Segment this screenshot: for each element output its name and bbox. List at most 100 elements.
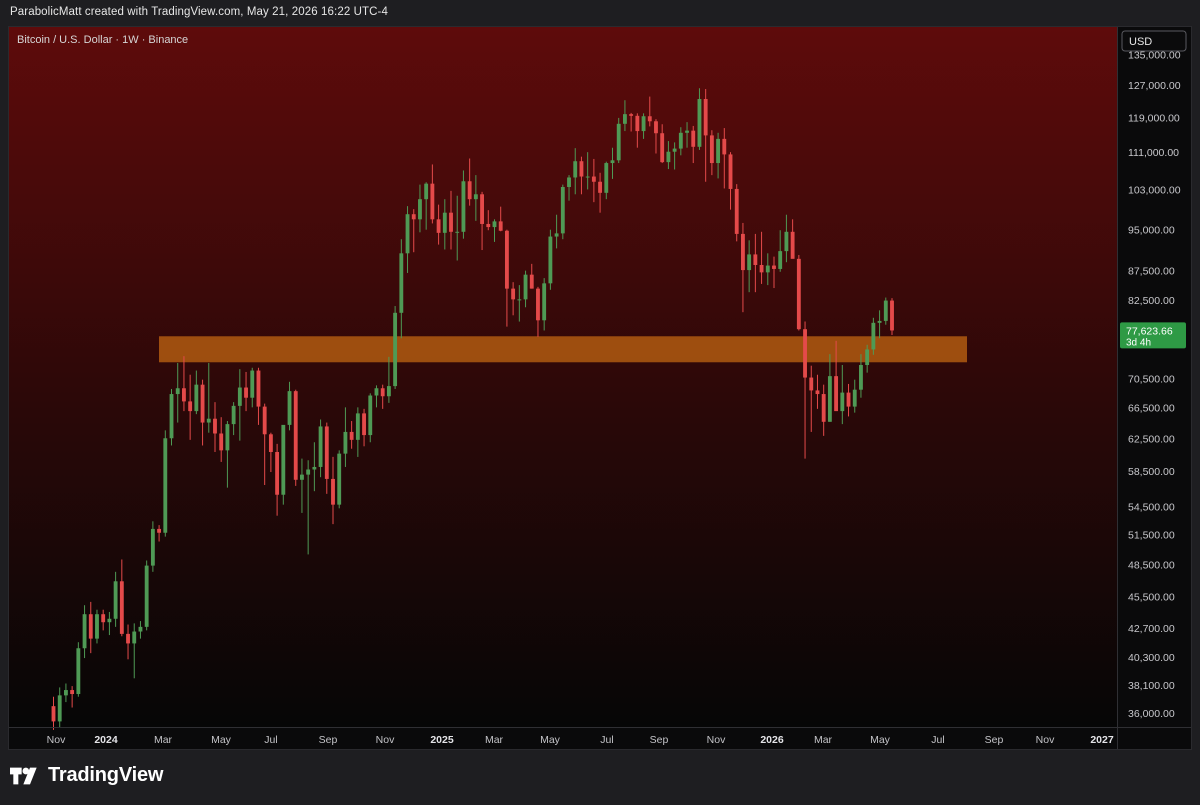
candle-body [772,265,776,269]
support-zone[interactable] [159,336,967,363]
candle-body [393,312,398,387]
y-tick-label: 95,000.00 [1128,225,1175,237]
candle[interactable] [281,424,286,505]
candle-body [840,392,845,412]
candle[interactable] [890,298,894,335]
candle-body [101,614,106,623]
candle[interactable] [76,642,81,697]
candle-body [355,413,360,440]
candle[interactable] [95,609,99,644]
candle-body [119,581,124,634]
x-tick-label: 2027 [1090,734,1114,746]
candle-body [685,130,689,133]
candle-body [405,214,410,254]
candle-body [126,633,130,644]
y-tick-label: 119,000.00 [1128,112,1180,124]
candle-body [144,565,149,627]
candle[interactable] [163,430,168,537]
candle[interactable] [548,229,553,290]
chart-title: Bitcoin / U.S. Dollar · 1W · Binance [17,34,188,46]
y-tick-label: 36,000.00 [1128,708,1175,720]
candle-body [281,424,286,495]
candle-body [455,231,460,233]
candle[interactable] [560,184,565,240]
candle-body [331,478,335,505]
x-tick-label: 2025 [430,734,454,746]
candle-body [275,451,280,495]
candle-body [622,114,627,124]
candle-body [678,132,683,149]
candle-body [554,233,559,237]
plot-background [9,27,1117,727]
bar-countdown: 3d 4h [1126,337,1151,348]
y-tick-label: 70,500.00 [1128,373,1175,385]
candle-body [480,194,484,224]
candle-body [57,695,62,722]
candle-body [504,230,509,289]
candle-body [430,183,435,220]
candle[interactable] [871,317,876,355]
candlestick-chart[interactable]: Bitcoin / U.S. Dollar · 1W · Binance 135… [9,27,1192,750]
candle-body [293,391,298,480]
last-price-tag[interactable]: 77,623.663d 4h [1120,322,1186,349]
candle-body [461,181,466,232]
candle-body [63,690,68,696]
y-tick-label: 111,000.00 [1128,147,1179,159]
candle-body [890,300,894,331]
candle-body [113,581,118,619]
candle-body [150,528,155,566]
candle[interactable] [796,254,801,331]
candle-body [362,413,366,436]
candle[interactable] [368,393,373,443]
candle-body [598,181,603,193]
candle[interactable] [616,117,621,164]
candle-body [741,233,745,271]
candle-body [654,121,658,134]
candle[interactable] [293,389,298,486]
candle-body [803,329,807,378]
y-tick-label: 62,500.00 [1128,433,1175,445]
candle[interactable] [337,450,342,509]
candle[interactable] [169,388,174,446]
x-tick-label: May [211,734,232,746]
x-tick-label: 2026 [760,734,784,746]
candle-body [821,394,826,422]
candle-body [175,388,180,395]
candle-body [784,231,789,252]
candle-body [268,434,273,452]
candle-body [859,365,863,390]
candle-body [237,387,242,406]
candle-body [138,626,143,632]
candle-body [778,251,783,269]
candle-body [852,389,857,407]
candle-body [796,258,801,330]
candle[interactable] [883,297,888,325]
currency-button[interactable]: USD [1121,30,1187,52]
candle-body [374,388,379,396]
candle-body [498,221,503,231]
candle-body [716,138,721,164]
candle-body [368,395,373,436]
y-tick-label: 87,500.00 [1128,266,1175,278]
candle-body [312,466,317,470]
chart-panel[interactable]: Bitcoin / U.S. Dollar · 1W · Binance 135… [8,26,1192,750]
candle-body [163,438,168,533]
tradingview-branding[interactable]: TradingView [10,764,163,787]
candle-body [647,116,652,122]
candle-body [492,221,497,228]
candle-body [865,349,870,366]
candle-body [213,418,217,434]
candle-body [467,181,472,200]
candle-body [629,114,634,116]
candle[interactable] [144,560,149,631]
candle[interactable] [393,306,398,389]
candle-body [747,254,752,271]
x-tick-label: Mar [814,734,833,746]
candle-body [262,406,267,435]
candle-body [809,377,814,391]
candle[interactable] [734,184,739,242]
candle-body [517,299,522,301]
candle-body [691,130,696,147]
candle-body [337,453,342,505]
x-tick-label: Nov [707,734,726,746]
